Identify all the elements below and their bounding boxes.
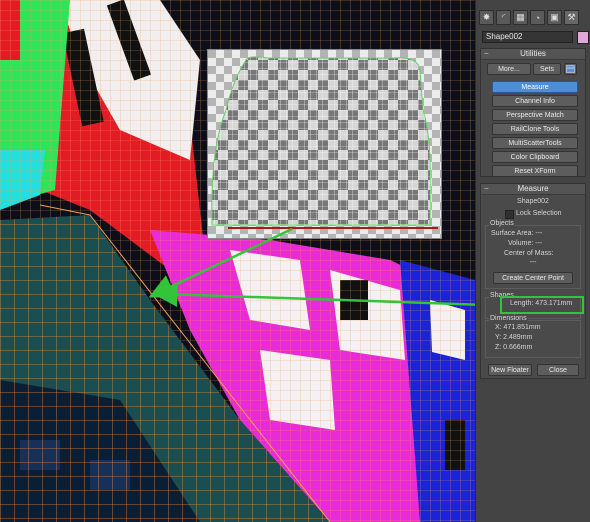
create-icon[interactable]: ✸ xyxy=(479,10,494,25)
dimension-z-readout: Z: 0.666mm xyxy=(495,344,533,351)
more-button[interactable]: More... xyxy=(487,63,531,75)
modify-icon[interactable]: ◜ xyxy=(496,10,511,25)
uv-checker-inset xyxy=(207,49,442,239)
new-floater-button[interactable]: New Floater xyxy=(488,364,532,376)
close-button[interactable]: Close xyxy=(537,364,579,376)
utility-measure-button[interactable]: Measure xyxy=(492,81,578,93)
objects-group-label: Objects xyxy=(489,220,515,227)
utility-reset-xform-button[interactable]: Reset XForm xyxy=(492,165,578,177)
measured-object-name: Shape002 xyxy=(517,198,549,205)
center-of-mass-label: Center of Mass: xyxy=(504,250,554,257)
utility-multiscattertools-button[interactable]: MultiScatterTools xyxy=(492,137,578,149)
utilities-rollout-header[interactable]: − Utilities xyxy=(481,49,585,60)
utility-perspective-match-button[interactable]: Perspective Match xyxy=(492,109,578,121)
volume-readout: Volume: --- xyxy=(508,240,543,247)
display-icon[interactable]: ▣ xyxy=(547,10,562,25)
sets-button[interactable]: Sets xyxy=(533,63,561,75)
lock-selection-checkbox[interactable] xyxy=(505,210,514,219)
utilities-title: Utilities xyxy=(520,49,546,58)
measure-rollout-header[interactable]: − Measure xyxy=(481,184,585,195)
create-center-point-button[interactable]: Create Center Point xyxy=(493,272,573,284)
command-panel-tabs: ✸ ◜ ▦ ◔ ▣ ⚒ xyxy=(479,10,579,26)
measure-title: Measure xyxy=(517,184,549,193)
object-color-swatch[interactable] xyxy=(577,31,589,44)
command-panel: ✸ ◜ ▦ ◔ ▣ ⚒ Shape002 − Utilities More...… xyxy=(475,0,590,522)
length-readout: Length: 473.171mm xyxy=(510,300,573,307)
utility-channel-info-button[interactable]: Channel Info xyxy=(492,95,578,107)
measure-rollout: − Measure Shape002 Lock Selection Object… xyxy=(480,183,586,379)
collapse-icon: − xyxy=(484,184,489,193)
center-of-mass-value: --- xyxy=(529,259,537,266)
hierarchy-icon[interactable]: ▦ xyxy=(513,10,528,25)
utility-railclone-tools-button[interactable]: RailClone Tools xyxy=(492,123,578,135)
lock-selection-label: Lock Selection xyxy=(516,210,562,217)
utilities-rollout: − Utilities More... Sets Measure Channel… xyxy=(480,48,586,177)
utility-color-clipboard-button[interactable]: Color Clipboard xyxy=(492,151,578,163)
dimension-x-readout: X: 471.851mm xyxy=(495,324,541,331)
dimension-y-readout: Y: 2.489mm xyxy=(495,334,533,341)
utilities-icon[interactable]: ⚒ xyxy=(564,10,579,25)
motion-icon[interactable]: ◔ xyxy=(530,10,545,25)
configure-sets-icon[interactable] xyxy=(564,63,577,75)
object-name-field[interactable]: Shape002 xyxy=(482,31,573,43)
surface-area-readout: Surface Area: --- xyxy=(491,230,543,237)
collapse-icon: − xyxy=(484,49,489,58)
dimensions-group-label: Dimensions xyxy=(489,315,528,322)
